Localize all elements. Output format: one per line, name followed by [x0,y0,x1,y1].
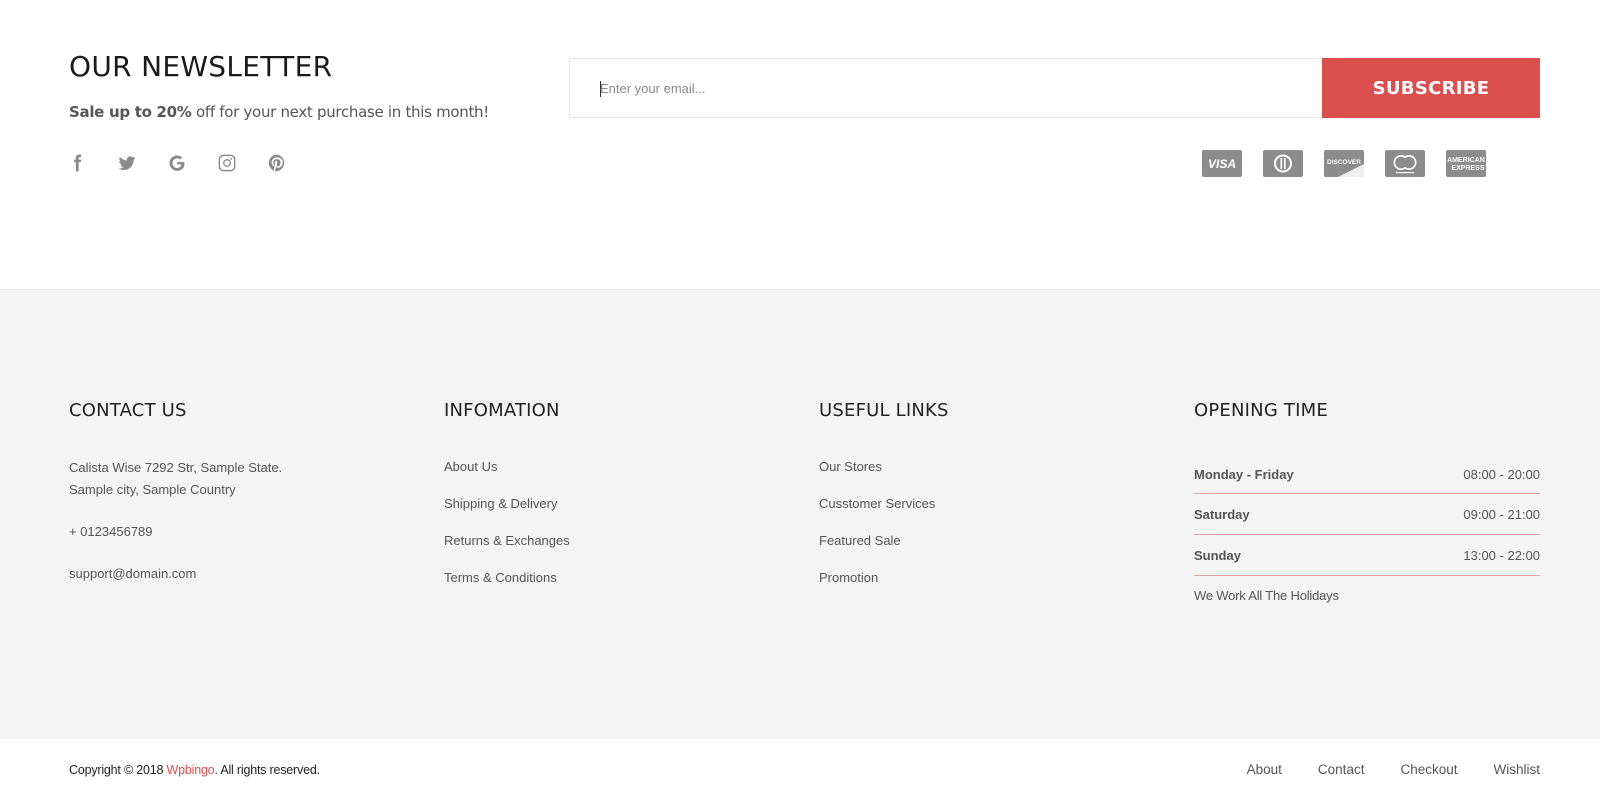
newsletter-sale-text: Sale up to 20% [69,103,192,121]
info-link-about-us[interactable]: About Us [444,459,497,474]
newsletter-subtitle: Sale up to 20% off for your next purchas… [69,103,489,121]
instagram-icon[interactable] [216,152,238,174]
hours-row: Sunday 13:00 - 22:00 [1194,535,1540,576]
opening-time-column: OPENING TIME Monday - Friday 08:00 - 20:… [1194,400,1540,603]
useful-link-our-stores[interactable]: Our Stores [819,459,882,474]
copyright-suffix: . All rights reserved. [214,763,320,777]
hours-row: Saturday 09:00 - 21:00 [1194,494,1540,535]
newsletter-title: OUR NEWSLETTER [69,50,333,83]
text-cursor [600,81,601,97]
discover-icon: DISCOVER [1324,150,1364,177]
useful-link-featured-sale[interactable]: Featured Sale [819,533,901,548]
info-link-shipping-delivery[interactable]: Shipping & Delivery [444,496,557,511]
hours-row: Monday - Friday 08:00 - 20:00 [1194,455,1540,494]
google-icon[interactable] [166,152,188,174]
info-link-returns-exchanges[interactable]: Returns & Exchanges [444,533,570,548]
information-list: About Us Shipping & Delivery Returns & E… [444,458,744,586]
newsletter-section: OUR NEWSLETTER Sale up to 20% off for yo… [0,0,1600,290]
brand-link[interactable]: Wpbingo [167,763,215,777]
email-input[interactable] [570,59,1323,117]
bottom-nav-contact[interactable]: Contact [1318,762,1365,777]
bottom-nav-about[interactable]: About [1247,762,1282,777]
bottom-nav-wishlist[interactable]: Wishlist [1494,762,1541,777]
payment-methods: VISA DISCOVER AMERICAN EXPRESS [1202,150,1486,177]
holidays-note: We Work All The Holidays [1194,588,1339,603]
bottom-nav: About Contact Checkout Wishlist [1247,762,1540,777]
contact-details: Calista Wise 7292 Str, Sample State. Sam… [69,457,369,585]
phone-number: + 0123456789 [69,524,153,539]
email-field-wrapper [569,58,1323,118]
information-column: INFOMATION About Us Shipping & Delivery … [444,400,744,606]
hours-time: 09:00 - 21:00 [1463,506,1540,522]
opening-heading: OPENING TIME [1194,400,1328,421]
support-email: support@domain.com [69,566,197,581]
subscribe-button[interactable]: SUBSCRIBE [1322,58,1540,118]
twitter-icon[interactable] [116,152,138,174]
footer-main: CONTACT US Calista Wise 7292 Str, Sample… [0,290,1600,739]
social-links [66,152,288,174]
contact-heading: CONTACT US [69,400,187,421]
diners-club-icon [1263,150,1303,177]
useful-links-heading: USEFUL LINKS [819,400,949,421]
svg-text:DISCOVER: DISCOVER [1327,159,1361,166]
hours-day: Saturday [1194,506,1250,522]
opening-hours-table: Monday - Friday 08:00 - 20:00 Saturday 0… [1194,455,1540,576]
copyright-prefix: Copyright © 2018 [69,763,167,777]
hours-day: Sunday [1194,547,1241,563]
hours-time: 13:00 - 22:00 [1463,547,1540,563]
svg-text:EXPRESS: EXPRESS [1451,165,1484,172]
contact-column: CONTACT US Calista Wise 7292 Str, Sample… [69,400,369,585]
information-heading: INFOMATION [444,400,560,421]
visa-icon: VISA [1202,150,1242,177]
hours-day: Monday - Friday [1194,466,1294,482]
info-link-terms-conditions[interactable]: Terms & Conditions [444,570,557,585]
hours-time: 08:00 - 20:00 [1463,466,1540,482]
svg-text:AMERICAN: AMERICAN [1447,157,1485,164]
bottom-nav-checkout[interactable]: Checkout [1400,762,1457,777]
svg-text:VISA: VISA [1208,157,1236,171]
address-line-2: Sample city, Sample Country [69,482,236,497]
bottom-bar: Copyright © 2018 Wpbingo. All rights res… [0,739,1600,800]
american-express-icon: AMERICAN EXPRESS [1446,150,1486,177]
address-line-1: Calista Wise 7292 Str, Sample State. [69,460,283,475]
useful-link-customer-services[interactable]: Cusstomer Services [819,496,935,511]
copyright-text: Copyright © 2018 Wpbingo. All rights res… [69,763,320,777]
facebook-icon[interactable] [66,152,88,174]
pinterest-icon[interactable] [266,152,288,174]
newsletter-sub-rest: off for your next purchase in this month… [191,103,489,121]
useful-link-promotion[interactable]: Promotion [819,570,878,585]
useful-links-list: Our Stores Cusstomer Services Featured S… [819,458,1119,586]
mastercard-icon [1385,150,1425,177]
useful-links-column: USEFUL LINKS Our Stores Cusstomer Servic… [819,400,1119,606]
